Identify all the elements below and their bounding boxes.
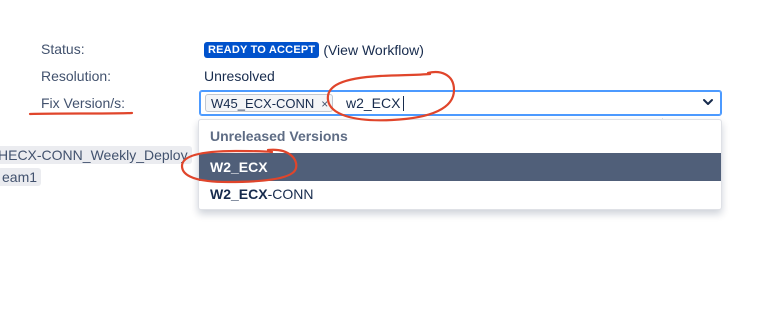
option-match-text: W2_ECX bbox=[210, 159, 268, 175]
dropdown-option-w2-ecx-conn[interactable]: W2_ECX-CONN bbox=[199, 180, 721, 208]
chip-label: W45_ECX-CONN bbox=[211, 96, 315, 111]
fix-version-label: Fix Version/s: bbox=[41, 95, 126, 111]
sprint-chip[interactable]: HECX-CONN_Weekly_Deploy bbox=[0, 146, 192, 164]
resolution-label: Resolution: bbox=[41, 68, 112, 84]
resolution-value: Unresolved bbox=[204, 68, 275, 84]
dropdown-option-w2-ecx[interactable]: W2_ECX bbox=[199, 153, 721, 181]
sprint-chip[interactable]: eam1 bbox=[0, 168, 42, 186]
underline-annotation bbox=[28, 111, 134, 116]
text-caret bbox=[403, 96, 404, 111]
option-rest-text: -CONN bbox=[267, 186, 314, 202]
chevron-down-icon[interactable] bbox=[701, 95, 715, 109]
version-search-input[interactable]: w2_ECX bbox=[346, 94, 400, 112]
version-suggestions-dropdown: Unreleased Versions W2_ECX W2_ECX-CONN bbox=[198, 119, 722, 210]
option-match-text: W2_ECX bbox=[210, 186, 268, 202]
status-label: Status: bbox=[41, 41, 85, 57]
status-badge[interactable]: READY TO ACCEPT bbox=[204, 42, 320, 58]
status-row: READY TO ACCEPT (View Workflow) bbox=[204, 42, 424, 58]
view-workflow-link[interactable]: (View Workflow) bbox=[323, 42, 424, 58]
chip-remove-icon[interactable]: × bbox=[321, 95, 328, 113]
dropdown-group-label: Unreleased Versions bbox=[210, 128, 348, 144]
selected-version-chip[interactable]: W45_ECX-CONN × bbox=[205, 94, 334, 113]
fix-version-picker[interactable]: W45_ECX-CONN × w2_ECX bbox=[199, 90, 722, 116]
